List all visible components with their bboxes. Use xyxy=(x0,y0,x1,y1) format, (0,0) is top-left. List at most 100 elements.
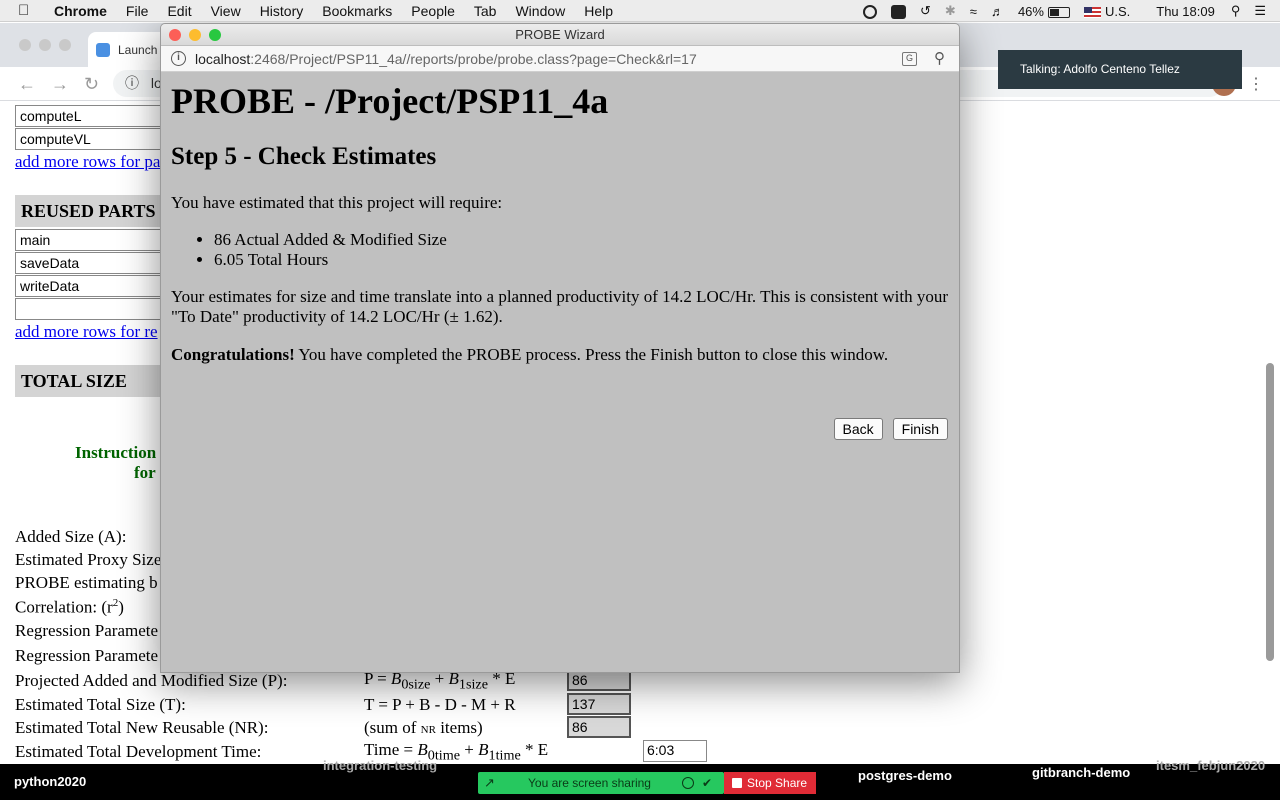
site-info-icon[interactable]: ⓘ xyxy=(125,75,139,91)
menu-tab[interactable]: Tab xyxy=(474,3,497,19)
probe-wizard-window: PROBE Wizard i localhost:2468/Project/PS… xyxy=(160,23,960,673)
dev-time-input[interactable]: 6:03 xyxy=(643,740,707,762)
chrome-menu-icon[interactable]: ⋮ xyxy=(1248,74,1264,94)
window-zoom-dim-icon[interactable] xyxy=(59,39,71,51)
menu-help[interactable]: Help xyxy=(584,3,613,19)
chrome-extension-icon[interactable] xyxy=(862,3,877,19)
total-size-value: 137 xyxy=(567,693,631,715)
url-host: localhost xyxy=(195,51,251,67)
menu-edit[interactable]: Edit xyxy=(167,3,191,19)
estimated-proxy-size-label: Estimated Proxy Size xyxy=(15,550,162,569)
dock-item-integration-testing[interactable]: integration-testing xyxy=(323,758,437,773)
estimated-new-reusable-label: Estimated Total New Reusable (NR): xyxy=(15,718,269,737)
zoom-icon[interactable]: ⚲ xyxy=(934,46,945,72)
close-window-icon[interactable] xyxy=(169,29,181,41)
volume-icon[interactable]: ♬ xyxy=(991,4,1004,19)
stop-share-label: Stop Share xyxy=(747,776,808,790)
sharing-status-icon xyxy=(682,777,694,789)
list-item: 86 Actual Added & Modified Size xyxy=(214,230,949,250)
added-size-label: Added Size (A): xyxy=(15,527,127,546)
zoom-app-icon[interactable] xyxy=(890,3,906,19)
tab-favicon-icon xyxy=(96,42,110,57)
probe-heading: PROBE - /Project/PSP11_4a xyxy=(171,81,609,121)
input-flag-icon[interactable] xyxy=(1083,4,1101,19)
menubar-status-area: ↺ ✱ ≈ ♬ 46% U.S. Thu 18:09 ⚲ ☰ xyxy=(862,0,1280,22)
stop-icon xyxy=(732,778,742,788)
total-size-header: TOTAL SIZE xyxy=(15,365,165,397)
list-item: 6.05 Total Hours xyxy=(214,250,949,270)
time-machine-icon[interactable]: ↺ xyxy=(920,3,931,19)
tab-title: Launch xyxy=(118,42,158,57)
menu-file[interactable]: File xyxy=(126,3,149,19)
projected-size-label: Projected Added and Modified Size (P): xyxy=(15,671,288,690)
menu-people[interactable]: People xyxy=(411,3,455,19)
part-name-input[interactable]: computeVL xyxy=(15,128,165,150)
regression-parameter-label: Regression Paramete xyxy=(15,621,159,640)
wizard-buttons: Back Finish xyxy=(833,418,948,440)
talking-indicator: Talking: Adolfo Centeno Tellez xyxy=(998,50,1242,89)
reused-part-input[interactable]: main xyxy=(15,229,165,251)
total-size-formula: T = P + B - D - M + R xyxy=(364,695,516,714)
add-rows-link[interactable]: add more rows for pa xyxy=(15,152,160,172)
notification-center-icon[interactable]: ☰ xyxy=(1254,3,1266,19)
add-rows-link[interactable]: add more rows for re xyxy=(15,322,158,342)
estimate-list: 86 Actual Added & Modified Size 6.05 Tot… xyxy=(214,230,949,270)
input-source[interactable]: U.S. xyxy=(1105,4,1130,19)
dock-item-itesm[interactable]: itesm_febjun2020 xyxy=(1156,758,1265,773)
reused-part-input[interactable] xyxy=(15,298,165,320)
instructions-text[interactable]: Instruction xyxy=(75,443,156,463)
dock-item-python2020[interactable]: python2020 xyxy=(14,774,86,789)
menu-history[interactable]: History xyxy=(260,3,304,19)
share-arrow-icon: ↗ xyxy=(484,775,495,790)
translate-icon[interactable]: G xyxy=(902,52,917,66)
estimate-intro: You have estimated that this project wil… xyxy=(171,193,503,212)
probe-window-title: PROBE Wizard xyxy=(515,27,605,42)
window-close-dim-icon[interactable] xyxy=(19,39,31,51)
site-info-icon[interactable]: i xyxy=(171,51,186,66)
finish-button[interactable]: Finish xyxy=(892,418,948,440)
new-reusable-value: 86 xyxy=(567,716,631,738)
back-button[interactable]: Back xyxy=(833,418,883,440)
reused-part-input[interactable]: writeData xyxy=(15,275,165,297)
correlation-label: Correlation: (r2) xyxy=(15,597,124,617)
dock-item-gitbranch-demo[interactable]: gitbranch-demo xyxy=(1032,765,1130,780)
bluetooth-icon[interactable]: ✱ xyxy=(945,3,956,19)
spotlight-search-icon[interactable]: ⚲ xyxy=(1231,3,1241,19)
estimated-dev-time-label: Estimated Total Development Time: xyxy=(15,742,262,761)
regression-parameter-label: Regression Paramete xyxy=(15,646,159,665)
wifi-icon[interactable]: ≈ xyxy=(970,4,977,19)
back-arrow-icon[interactable]: ← xyxy=(18,74,36,95)
part-name-input[interactable]: computeL xyxy=(15,105,165,127)
battery-icon[interactable] xyxy=(1047,4,1070,19)
stop-share-button[interactable]: Stop Share xyxy=(724,772,816,794)
battery-percent[interactable]: 46% xyxy=(1018,4,1044,19)
probe-method-label: PROBE estimating b xyxy=(15,573,158,592)
estimated-total-size-label: Estimated Total Size (T): xyxy=(15,695,186,714)
screen-sharing-bar[interactable]: ↗ You are screen sharing ✔ xyxy=(478,772,724,794)
shield-check-icon: ✔ xyxy=(702,776,713,790)
reused-parts-header: REUSED PARTS xyxy=(15,195,165,227)
instructions-text[interactable]: for xyxy=(134,463,156,483)
forward-arrow-icon[interactable]: → xyxy=(51,74,69,95)
menu-bookmarks[interactable]: Bookmarks xyxy=(322,3,392,19)
page-scrollbar[interactable] xyxy=(1266,363,1274,661)
step-heading: Step 5 - Check Estimates xyxy=(171,143,437,170)
menu-window[interactable]: Window xyxy=(515,3,565,19)
productivity-text: Your estimates for size and time transla… xyxy=(171,287,949,326)
dock-item-postgres-demo[interactable]: postgres-demo xyxy=(858,768,952,783)
reload-icon[interactable]: ↻ xyxy=(84,74,99,95)
probe-content: PROBE - /Project/PSP11_4a Step 5 - Check… xyxy=(161,72,959,672)
reused-part-input[interactable]: saveData xyxy=(15,252,165,274)
macos-menubar:  Chrome File Edit View History Bookmark… xyxy=(0,0,1280,22)
apple-menu-icon[interactable]:  xyxy=(18,2,36,19)
menu-view[interactable]: View xyxy=(211,3,241,19)
window-minimize-dim-icon[interactable] xyxy=(39,39,51,51)
menubar-clock[interactable]: Thu 18:09 xyxy=(1156,4,1215,19)
probe-window-titlebar[interactable]: PROBE Wizard xyxy=(161,24,959,46)
probe-address-bar[interactable]: i localhost:2468/Project/PSP11_4a//repor… xyxy=(161,46,959,72)
new-reusable-formula: (sum of NR items) xyxy=(364,718,483,737)
zoom-window-icon[interactable] xyxy=(209,29,221,41)
minimize-window-icon[interactable] xyxy=(189,29,201,41)
menu-app-chrome[interactable]: Chrome xyxy=(54,3,107,19)
url-path: :2468/Project/PSP11_4a//reports/probe/pr… xyxy=(250,51,697,67)
